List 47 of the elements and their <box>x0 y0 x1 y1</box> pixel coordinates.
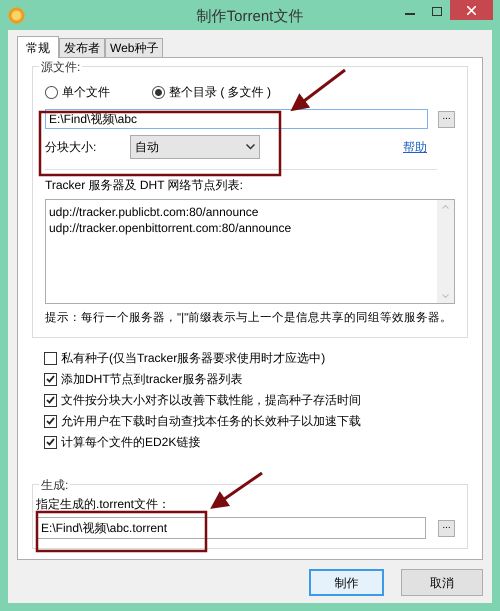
checkbox[interactable] <box>44 352 57 364</box>
output-label: 指定生成的.torrent文件： <box>36 496 172 513</box>
close-icon <box>467 6 476 14</box>
radio-button[interactable] <box>45 86 58 98</box>
tab[interactable]: 常规 <box>17 36 59 58</box>
checkbox-option[interactable]: 文件按分块大小对齐以改善下载性能，提高种子存活时间 <box>44 392 456 408</box>
tracker-url: udp://tracker.publicbt.com:80/announce <box>49 204 260 220</box>
checkbox-option[interactable]: 计算每个文件的ED2K链接 <box>44 434 456 450</box>
annotation-arrow <box>210 472 263 509</box>
piece-size-dropdown[interactable]: 自动 <box>130 135 260 159</box>
checkbox-label: 私有种子(仅当Tracker服务器要求使用时才应选中) <box>61 350 326 367</box>
radio-label: 整个目录 ( 多文件 ) <box>169 84 271 101</box>
app-icon <box>8 7 25 24</box>
tab[interactable]: 发布者 <box>59 38 105 57</box>
browse-button[interactable]: ... <box>438 110 455 128</box>
checkbox-label: 添加DHT节点到tracker服务器列表 <box>61 371 242 388</box>
radio-label: 单个文件 <box>62 84 110 101</box>
help-link[interactable]: 帮助 <box>403 138 427 156</box>
dialog-button[interactable]: 制作 <box>309 569 384 596</box>
window-title: 制作Torrent文件 <box>196 7 304 27</box>
radio-button[interactable] <box>152 86 165 98</box>
dialog-button[interactable]: 取消 <box>401 569 483 596</box>
chevron-down-icon <box>246 144 255 150</box>
annotation-arrow <box>290 68 346 112</box>
radio-option[interactable]: 单个文件 <box>45 83 110 101</box>
browse-button[interactable]: ... <box>438 520 455 536</box>
close-button[interactable] <box>450 0 493 20</box>
group-title: 源文件: <box>39 58 82 76</box>
checkbox-label: 允许用户在下载时自动查找本任务的长效种子以加速下载 <box>61 413 361 430</box>
radio-option[interactable]: 整个目录 ( 多文件 ) <box>152 83 271 101</box>
checkbox-label: 文件按分块大小对齐以改善下载性能，提高种子存活时间 <box>61 392 361 409</box>
tracker-label: Tracker 服务器及 DHT 网络节点列表: <box>45 177 244 194</box>
checkbox-option[interactable]: 允许用户在下载时自动查找本任务的长效种子以加速下载 <box>44 413 456 429</box>
checkbox-label: 计算每个文件的ED2K链接 <box>61 434 200 451</box>
checkbox-option[interactable]: 添加DHT节点到tracker服务器列表 <box>44 371 456 387</box>
path-field[interactable]: E:\Find\视频\abc <box>45 109 428 129</box>
tab[interactable]: Web种子 <box>105 38 164 57</box>
checkbox[interactable] <box>44 372 57 386</box>
output-path-field[interactable]: E:\Find\视频\abc.torrent <box>36 517 426 539</box>
maximize-icon[interactable] <box>432 7 442 16</box>
hint-text: 提示：每行一个服务器，"|"前缀表示与上一个是信息共享的同组等效服务器。 <box>45 310 454 326</box>
checkbox-option[interactable]: 私有种子(仅当Tracker服务器要求使用时才应选中) <box>44 350 456 366</box>
checkbox[interactable] <box>44 436 57 448</box>
checkbox[interactable] <box>44 394 57 406</box>
piece-size-label: 分块大小: <box>45 139 98 156</box>
tracker-url: udp://tracker.openbittorrent.com:80/announce <box>49 220 292 236</box>
checkbox[interactable] <box>44 414 57 428</box>
